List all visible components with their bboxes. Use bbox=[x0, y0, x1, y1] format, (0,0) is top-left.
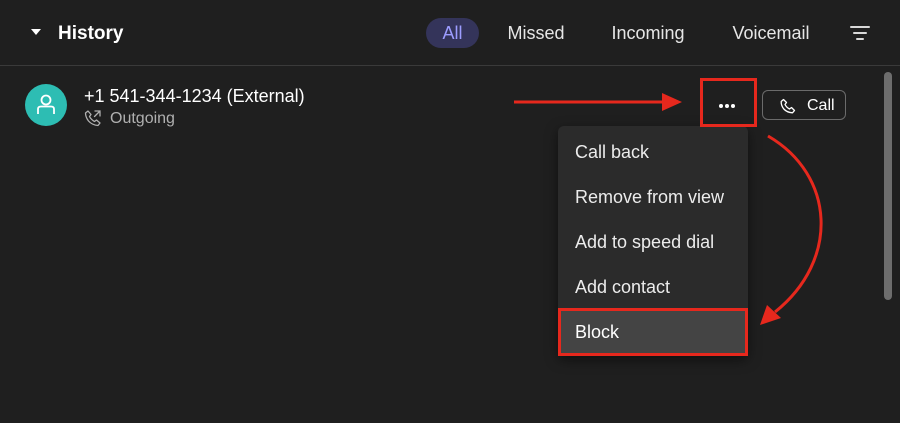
call-button[interactable]: Call bbox=[762, 90, 846, 120]
call-history-panel: History All Missed Incoming Voicemail +1… bbox=[0, 0, 900, 423]
person-icon bbox=[37, 94, 55, 114]
page-title: History bbox=[58, 23, 124, 44]
tab-all[interactable]: All bbox=[426, 18, 479, 48]
menu-item-add-to-speed-dial[interactable]: Add to speed dial bbox=[558, 220, 748, 264]
annotation-box-block bbox=[558, 308, 748, 356]
call-entry-number: +1 541-344-1234 (External) bbox=[84, 86, 305, 106]
menu-item-call-back[interactable]: Call back bbox=[558, 130, 748, 174]
scrollbar[interactable] bbox=[884, 72, 892, 300]
tab-missed[interactable]: Missed bbox=[498, 18, 574, 48]
phone-outgoing-icon bbox=[84, 110, 101, 127]
menu-item-add-contact[interactable]: Add contact bbox=[558, 265, 748, 309]
filter-icon[interactable] bbox=[850, 24, 870, 42]
call-button-label: Call bbox=[807, 97, 835, 114]
history-header: History All Missed Incoming Voicemail bbox=[0, 0, 900, 66]
tab-incoming[interactable]: Incoming bbox=[600, 18, 696, 48]
menu-item-remove-from-view[interactable]: Remove from view bbox=[558, 175, 748, 219]
phone-icon bbox=[780, 98, 796, 114]
caret-down-icon[interactable] bbox=[31, 29, 41, 35]
annotation-box-more bbox=[700, 78, 757, 127]
avatar bbox=[25, 84, 67, 126]
tab-voicemail[interactable]: Voicemail bbox=[722, 18, 820, 48]
call-direction-label: Outgoing bbox=[110, 110, 175, 127]
